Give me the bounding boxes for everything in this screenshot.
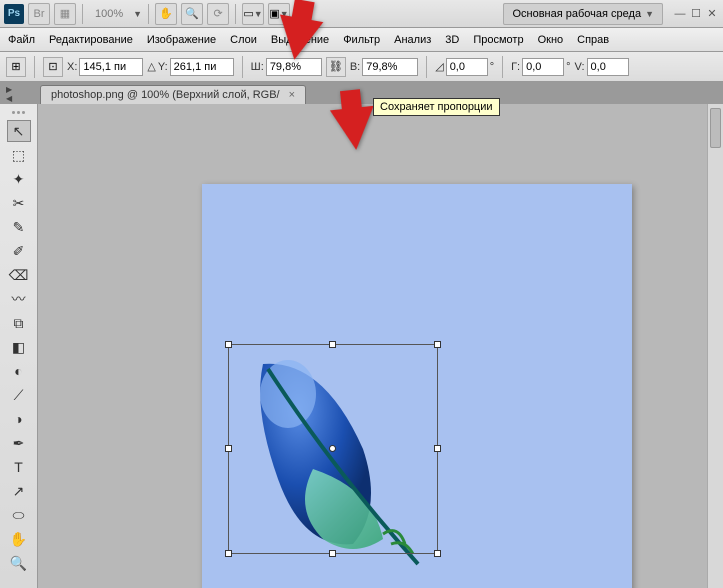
lasso-tool[interactable]: ✦ [7,168,31,190]
tab-close-icon[interactable]: × [289,89,295,101]
menu-window[interactable]: Окно [538,34,564,46]
menu-image[interactable]: Изображение [147,34,216,46]
menu-view[interactable]: Просмотр [473,34,523,46]
menu-filter[interactable]: Фильтр [343,34,380,46]
skew-v-label: V: [575,61,585,73]
tab-scroll-arrows[interactable]: ▶◀ [6,85,12,103]
brush-tool[interactable]: 〰 [7,288,31,310]
menu-bar: Файл Редактирование Изображение Слои Выд… [0,28,723,52]
document-tab[interactable]: photoshop.png @ 100% (Верхний слой, RGB/… [40,85,306,104]
angle-icon: ◿ [435,60,443,73]
marquee-tool[interactable]: ⬚ [7,144,31,166]
handle-top[interactable] [329,341,336,348]
toolbox: ↖ ⬚ ✦ ✂ ✎ ✐ ⌫ 〰 ⧉ ◧ ◐ ⟋ ◑ ✒ T ↗ ⬭ ✋ 🔍 [0,104,38,588]
workspace-label-text: Основная рабочая среда [512,8,641,20]
handle-left[interactable] [225,445,232,452]
reference-grid-icon[interactable]: ⊡ [43,57,63,77]
x-input[interactable] [79,58,143,76]
vertical-scrollbar[interactable] [707,104,723,588]
type-tool[interactable]: T [7,456,31,478]
healing-tool[interactable]: ⌫ [7,264,31,286]
handle-bottom-right[interactable] [434,550,441,557]
zoom-tool[interactable]: 🔍 [7,552,31,574]
angle-unit: ° [490,61,494,73]
eyedropper-tool[interactable]: ✐ [7,240,31,262]
title-bar: Ps Br ▦ 100% ▼ ✋ 🔍 ⟳ ▭▼ ▣▼ Основная рабо… [0,0,723,28]
document-tab-bar: ▶◀ photoshop.png @ 100% (Верхний слой, R… [0,82,723,104]
blur-tool[interactable]: ◑ [7,408,31,430]
scrollbar-thumb[interactable] [710,108,721,148]
maximize-button[interactable]: ☐ [689,7,703,21]
handle-bottom[interactable] [329,550,336,557]
workspace-switcher[interactable]: Основная рабочая среда ▼ [503,3,663,25]
canvas-area[interactable] [38,104,723,588]
hand-tool-button[interactable]: ✋ [155,3,177,25]
work-area: ↖ ⬚ ✦ ✂ ✎ ✐ ⌫ 〰 ⧉ ◧ ◐ ⟋ ◑ ✒ T ↗ ⬭ ✋ 🔍 [0,104,723,588]
menu-help[interactable]: Справ [577,34,609,46]
hand-tool[interactable]: ✋ [7,528,31,550]
eraser-tool[interactable]: ◐ [7,360,31,382]
handle-right[interactable] [434,445,441,452]
x-label: X: [67,61,77,73]
path-select-tool[interactable]: ↗ [7,480,31,502]
height-label: В: [350,61,360,73]
stamp-tool[interactable]: ⧉ [7,312,31,334]
reference-point-icon[interactable]: ⊞ [6,57,26,77]
document-tab-title: photoshop.png @ 100% (Верхний слой, RGB/ [51,89,280,101]
y-label: Y: [158,61,168,73]
gradient-tool[interactable]: ⟋ [7,384,31,406]
menu-analysis[interactable]: Анализ [394,34,431,46]
annotation-arrow-1 [273,14,324,63]
link-tooltip: Сохраняет пропорции [373,98,500,116]
skew-h-label: Г: [511,61,520,73]
bridge-button[interactable]: Br [28,3,50,25]
skew-v-input[interactable] [587,58,629,76]
minimize-button[interactable]: — [673,7,687,21]
rotate-view-button[interactable]: ⟳ [207,3,229,25]
handle-top-left[interactable] [225,341,232,348]
move-tool[interactable]: ↖ [7,120,31,142]
options-bar: ⊞ ⊡ X: △ Y: Ш: ⛓ В: ◿ ° Г: ° V: [0,52,723,82]
app-logo: Ps [4,4,24,24]
menu-layer[interactable]: Слои [230,34,257,46]
delta-icon: △ [147,60,155,73]
menu-file[interactable]: Файл [8,34,35,46]
shape-tool[interactable]: ⬭ [7,504,31,526]
pen-tool[interactable]: ✒ [7,432,31,454]
link-proportions-button[interactable]: ⛓ [326,57,346,77]
zoom-dropdown-icon[interactable]: ▼ [133,9,142,19]
crop-tool[interactable]: ✎ [7,216,31,238]
annotation-arrow-2 [330,106,378,152]
width-label: Ш: [251,61,264,73]
zoom-tool-button[interactable]: 🔍 [181,3,203,25]
skew-h-input[interactable] [522,58,564,76]
zoom-percent[interactable]: 100% [89,8,129,20]
history-brush-tool[interactable]: ◧ [7,336,31,358]
handle-center[interactable] [329,445,336,452]
skew-h-unit: ° [566,61,570,73]
menu-edit[interactable]: Редактирование [49,34,133,46]
quick-select-tool[interactable]: ✂ [7,192,31,214]
chevron-down-icon: ▼ [645,9,654,19]
angle-input[interactable] [446,58,488,76]
toolbox-grip[interactable] [4,108,34,116]
close-button[interactable]: ✕ [705,7,719,21]
menu-3d[interactable]: 3D [445,34,459,46]
handle-top-right[interactable] [434,341,441,348]
handle-bottom-left[interactable] [225,550,232,557]
transform-bounding-box[interactable] [228,344,438,554]
height-input[interactable] [362,58,418,76]
mini-bridge-button[interactable]: ▦ [54,3,76,25]
y-input[interactable] [170,58,234,76]
arrange-button[interactable]: ▭▼ [242,3,264,25]
